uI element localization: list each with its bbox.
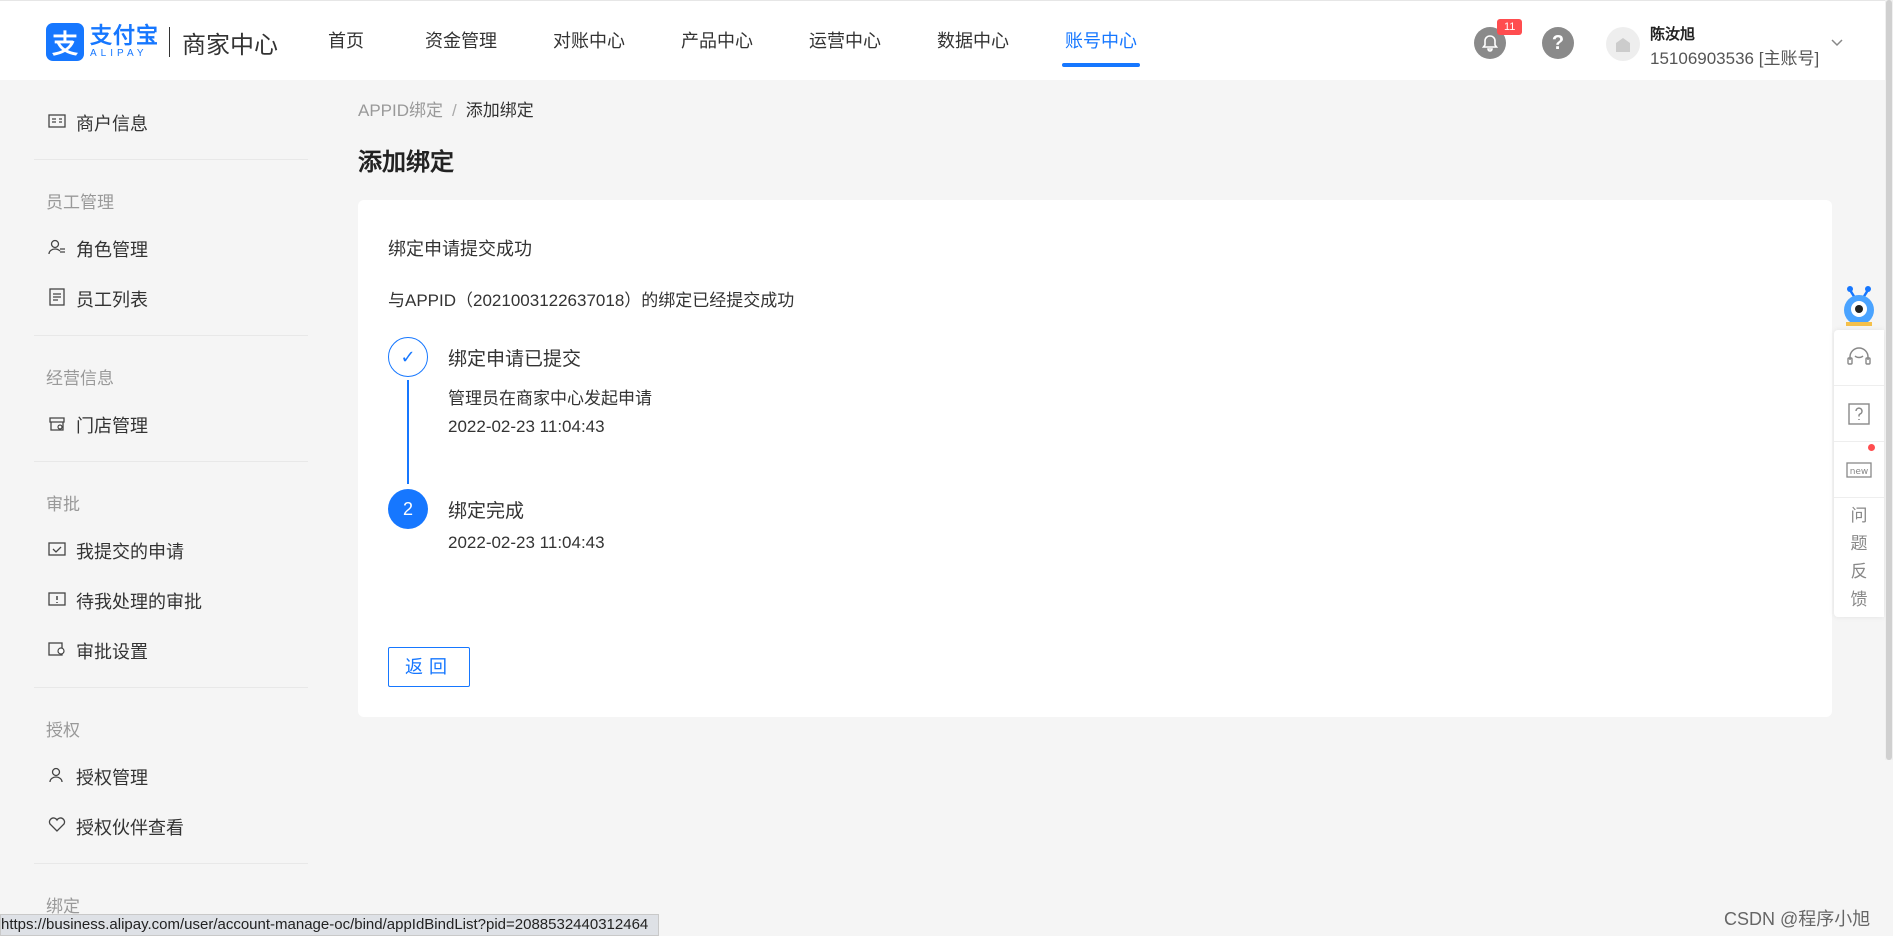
user-name[interactable]: 陈汝旭 [1650,23,1695,44]
floating-toolbar: new 问 题 反 馈 [1834,330,1884,617]
heart-icon [46,816,68,838]
status-url-bar: https://business.alipay.com/user/account… [0,914,660,936]
nav-products[interactable]: 产品中心 [672,1,762,81]
sidebar-item-label: 待我处理的审批 [76,592,202,612]
sidebar-item-label: 审批设置 [76,642,148,662]
step-1-description: 管理员在商家中心发起申请 [448,389,652,408]
sidebar-group-approval: 审批 [46,495,80,514]
sidebar-item-label: 我提交的申请 [76,542,184,562]
nav-funds[interactable]: 资金管理 [416,1,506,81]
pending-icon [46,591,68,612]
sidebar-divider [34,461,308,462]
step-1-time: 2022-02-23 11:04:43 [448,417,605,436]
breadcrumb: APPID绑定 / 添加绑定 [358,96,534,121]
step-1-title: 绑定申请已提交 [448,349,582,370]
new-icon[interactable]: new [1834,442,1884,498]
portal-title: 商家中心 [182,31,279,59]
help-icon[interactable]: ? [1542,27,1574,59]
breadcrumb-current: 添加绑定 [465,101,534,120]
sidebar-item-partner-view[interactable]: 授权伙伴查看 [46,814,184,840]
step-2-marker: 2 [388,489,428,529]
sidebar-group-business: 经营信息 [46,369,114,388]
feedback-char: 馈 [1850,590,1868,609]
new-dot-indicator [1868,444,1875,451]
sidebar-item-label: 角色管理 [76,240,148,260]
sidebar-item-label: 员工列表 [76,290,148,310]
sidebar-divider [34,335,308,336]
watermark: CSDN @程序小旭 [1724,909,1871,929]
feedback-button[interactable]: 问 题 反 馈 [1834,502,1884,614]
step-1-check-icon: ✓ [388,337,428,377]
top-header: 支 支付宝 ALIPAY 商家中心 首页 资金管理 对账中心 产品中心 运营中心… [0,0,1893,80]
breadcrumb-separator: / [452,101,457,120]
step-2-time: 2022-02-23 11:04:43 [448,533,605,552]
step-connector [407,380,409,484]
feedback-char: 反 [1850,562,1868,581]
back-button[interactable]: 返回 [388,647,470,687]
sidebar-item-approval-settings[interactable]: 审批设置 [46,638,148,664]
main-nav: 首页 资金管理 对账中心 产品中心 运营中心 数据中心 账号中心 [310,1,1146,81]
logo-en: ALIPAY [90,48,148,59]
sidebar-item-label: 商户信息 [76,114,148,134]
nav-operations[interactable]: 运营中心 [800,1,890,81]
scrollbar-thumb[interactable] [1886,0,1892,760]
logo-divider [169,27,171,57]
chevron-down-icon[interactable] [1830,35,1844,51]
sidebar-group-auth: 授权 [46,721,80,740]
sidebar-item-my-apply[interactable]: 我提交的申请 [46,538,184,564]
sidebar-divider [34,863,308,864]
avatar-icon[interactable] [1606,27,1640,61]
page-title: 添加绑定 [358,149,454,176]
new-label: new [1850,467,1869,477]
id-card-icon [46,113,68,133]
nav-data[interactable]: 数据中心 [928,1,1018,81]
sidebar-item-staff-list[interactable]: 员工列表 [46,286,148,312]
alipay-logo[interactable]: 支 支付宝 ALIPAY 商家中心 [46,23,278,61]
notification-badge: 11 [1497,19,1523,35]
sidebar-item-label: 授权伙伴查看 [76,818,184,838]
list-icon [46,287,68,311]
sidebar-item-pending[interactable]: 待我处理的审批 [46,588,202,614]
feedback-char: 题 [1850,534,1868,553]
logo-cn: 支付宝 [90,23,160,48]
alipay-logo-icon: 支 [46,23,84,61]
result-description: 与APPID（2021003122637018）的绑定已经提交成功 [388,291,795,310]
store-icon [46,414,68,437]
logo-text: 支付宝 ALIPAY [90,24,159,60]
settings-icon [46,641,68,662]
breadcrumb-parent[interactable]: APPID绑定 [358,101,443,120]
submitted-icon [46,541,68,562]
user-account[interactable]: 15106903536 [主账号] [1650,44,1819,69]
sidebar-item-merchant-info[interactable]: 商户信息 [46,110,148,136]
sidebar-item-store[interactable]: 门店管理 [46,412,148,438]
nav-home[interactable]: 首页 [310,1,382,81]
sidebar-item-role[interactable]: 角色管理 [46,236,148,262]
user-icon [46,766,68,789]
nav-account[interactable]: 账号中心 [1056,1,1146,81]
result-card: 绑定申请提交成功 与APPID（2021003122637018）的绑定已经提交… [358,200,1832,717]
sidebar: 商户信息 员工管理 角色管理 员工列表 经营信息 门店管理 审批 我提交的申请 … [0,80,320,936]
sidebar-divider [34,687,308,688]
step-2-title: 绑定完成 [448,501,525,522]
assistant-robot-icon[interactable] [1838,284,1880,330]
result-title: 绑定申请提交成功 [388,239,532,259]
sidebar-item-auth-manage[interactable]: 授权管理 [46,764,148,790]
sidebar-item-label: 门店管理 [76,416,148,436]
customer-service-icon[interactable] [1834,330,1884,386]
sidebar-divider [34,159,308,160]
feedback-char: 问 [1850,506,1868,525]
user-role-icon [46,238,68,261]
sidebar-item-label: 授权管理 [76,768,148,788]
nav-reconciliation[interactable]: 对账中心 [544,1,634,81]
help-icon[interactable] [1834,386,1884,442]
sidebar-group-staff: 员工管理 [46,193,114,212]
